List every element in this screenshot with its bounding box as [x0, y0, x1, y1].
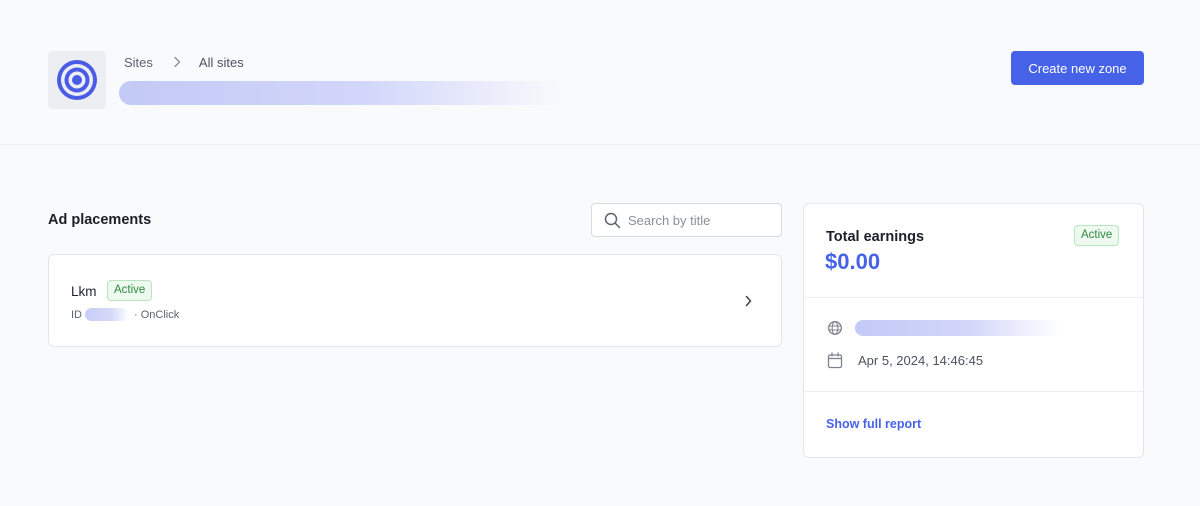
site-title-placeholder	[119, 81, 564, 105]
created-date: Apr 5, 2024, 14:46:45	[858, 353, 984, 368]
status-badge: Active	[107, 280, 153, 301]
calendar-icon	[827, 352, 843, 374]
create-new-zone-button[interactable]: Create new zone	[1011, 51, 1144, 85]
placement-meta: ID · OnClick	[71, 308, 179, 321]
placement-name: Lkm	[71, 284, 97, 299]
total-earnings-value: $0.00	[825, 249, 881, 274]
divider	[804, 297, 1143, 298]
search-input[interactable]	[628, 210, 773, 230]
earnings-card: Total earnings $0.00 Active Apr 5, 2024,…	[803, 203, 1144, 458]
placement-type: · OnClick	[134, 308, 180, 321]
ad-placements-title: Ad placements	[48, 212, 152, 228]
chevron-right-icon[interactable]	[744, 294, 753, 313]
status-badge: Active	[1074, 225, 1120, 246]
placement-id-placeholder	[85, 308, 129, 321]
search-box	[591, 203, 782, 237]
divider	[804, 391, 1143, 392]
breadcrumb-sites[interactable]: Sites	[124, 55, 153, 70]
breadcrumb-all-sites: All sites	[198, 54, 244, 70]
total-earnings-label: Total earnings	[826, 229, 925, 245]
chevron-right-icon	[173, 56, 181, 68]
target-logo-icon	[48, 51, 106, 109]
globe-icon	[827, 320, 843, 341]
placement-id-label: ID	[71, 308, 82, 321]
search-icon	[604, 212, 621, 234]
page-header: Sites All sites Create new zone	[0, 0, 1200, 145]
placement-card[interactable]: Lkm Active ID · OnClick	[48, 254, 782, 347]
site-url-placeholder	[855, 320, 1060, 336]
breadcrumb: Sites All sites	[124, 54, 244, 70]
show-full-report-link[interactable]: Show full report	[826, 417, 921, 431]
